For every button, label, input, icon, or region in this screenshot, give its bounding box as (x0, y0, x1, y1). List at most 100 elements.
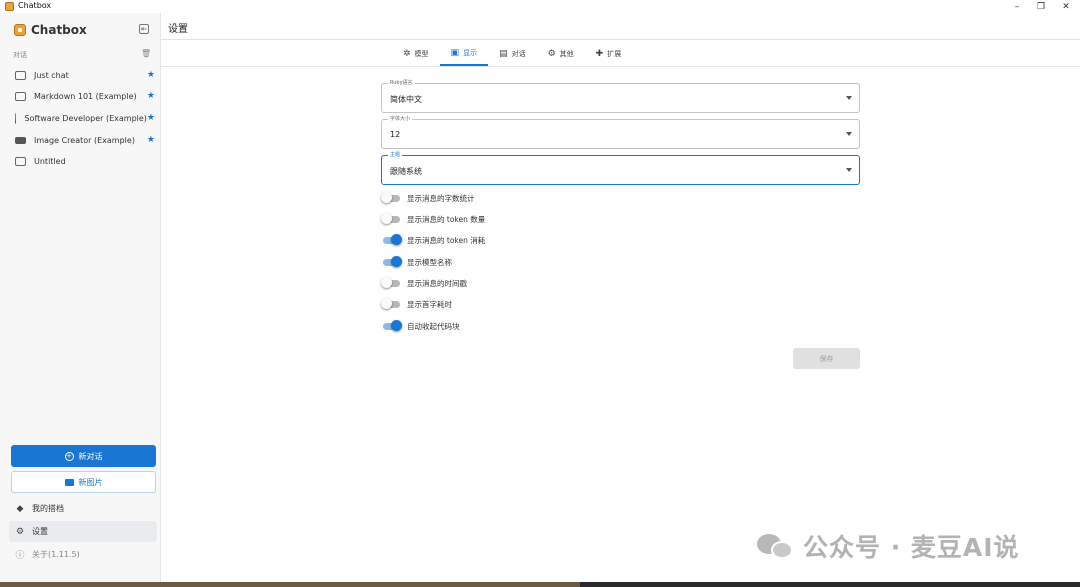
brand: Chatbox (14, 23, 87, 37)
toggle-label: 显示消息的字数统计 (407, 193, 475, 203)
add-circle-icon: + (64, 451, 74, 461)
tab-label: 扩展 (607, 50, 622, 58)
star-icon[interactable]: ★ (147, 91, 155, 101)
watermark-text: 公众号 · 麦豆AI说 (803, 533, 1020, 562)
new-chat-button[interactable]: + 新对话 (11, 445, 156, 467)
session-label: Markdown 101 (Example) (34, 91, 137, 101)
page-title: 设置 (168, 24, 188, 35)
toggle-token-count[interactable]: 显示消息的 token 数量 (381, 212, 485, 226)
minimize-button[interactable]: – (1004, 0, 1030, 13)
session-item[interactable]: Markdown 101 (Example) ★ (9, 86, 159, 106)
toggle-switch[interactable] (381, 213, 402, 225)
sidebar-item-label: 我的搭档 (32, 504, 64, 513)
tab-label: 模型 (414, 50, 429, 58)
star-icon[interactable]: ★ (147, 135, 155, 145)
toggle-label: 显示模型名称 (407, 257, 452, 267)
toggle-switch[interactable] (381, 277, 402, 289)
collapse-sidebar-icon[interactable]: ⇤ (139, 24, 149, 34)
image-icon (64, 478, 74, 486)
toggle-first-token-latency[interactable]: 显示首字耗时 (381, 297, 452, 311)
new-image-button[interactable]: 新图片 (11, 471, 156, 493)
tab-label: 显示 (463, 49, 478, 57)
toggle-label: 显示消息的时间戳 (407, 278, 467, 288)
tab-label: 对话 (511, 50, 526, 58)
session-item[interactable]: Just chat ★ (9, 65, 159, 85)
sidebar-item-about[interactable]: ⓘ 关于(1.11.5) (9, 544, 157, 565)
toggle-collapse-code[interactable]: 自动收起代码块 (381, 319, 460, 333)
header-divider (161, 39, 1080, 40)
copilot-icon: ◆ (16, 503, 24, 514)
wechat-icon (757, 532, 795, 560)
chat-bubble-icon (15, 91, 26, 101)
session-label: Just chat (34, 70, 69, 80)
toggle-switch[interactable] (381, 256, 402, 268)
font-size-select-label: 字体大小 (388, 116, 413, 122)
sidebar-item-label: 设置 (32, 527, 48, 536)
toggle-timestamp[interactable]: 显示消息的时间戳 (381, 276, 467, 290)
tab-chat[interactable]: ▤ 对话 (488, 42, 537, 66)
tab-label: 其他 (559, 50, 574, 58)
language-select[interactable]: Ruby语言 简体中文 (381, 80, 860, 113)
session-item[interactable]: Untitled (9, 151, 159, 171)
maximize-button[interactable]: ❐ (1028, 0, 1054, 13)
toggle-switch[interactable] (381, 234, 402, 246)
sidebar-item-settings[interactable]: ⚙ 设置 (9, 521, 157, 542)
toggle-token-usage[interactable]: 显示消息的 token 消耗 (381, 233, 485, 247)
watermark: 公众号 · 麦豆AI说 (757, 528, 1020, 564)
tab-model[interactable]: ✲ 模型 (392, 42, 440, 66)
app-icon (5, 2, 14, 11)
display-icon: ▣ (450, 48, 460, 58)
developer-avatar-icon (15, 112, 17, 124)
session-label: Software Developer (Example) (24, 113, 147, 123)
toggle-word-count[interactable]: 显示消息的字数统计 (381, 191, 475, 205)
font-size-select[interactable]: 字体大小 12 (381, 116, 860, 149)
save-button[interactable]: 保存 (793, 348, 860, 369)
font-size-select-value: 12 (390, 130, 401, 139)
toggle-switch[interactable] (381, 298, 402, 310)
chat-icon: ▤ (499, 49, 508, 59)
settings-tabs: ✲ 模型 ▣ 显示 ▤ 对话 ⚙ 其他 ✚ 扩展 (392, 42, 632, 66)
sidebar-item-copilots[interactable]: ◆ 我的搭档 (9, 498, 157, 519)
dropdown-arrow-icon (846, 132, 852, 136)
conversations-section-label: 对话 (13, 51, 27, 59)
toggle-label: 显示消息的 token 消耗 (407, 235, 486, 245)
session-item[interactable]: Image Creator (Example) ★ (9, 130, 159, 150)
toggle-label: 显示首字耗时 (407, 299, 452, 309)
star-icon[interactable]: ★ (147, 70, 155, 80)
dropdown-arrow-icon (846, 96, 852, 100)
tab-other[interactable]: ⚙ 其他 (537, 42, 585, 66)
session-item[interactable]: Software Developer (Example) ★ (9, 108, 159, 128)
tab-extension[interactable]: ✚ 扩展 (585, 42, 633, 66)
trash-icon[interactable]: 🗑 (141, 49, 151, 58)
info-icon: ⓘ (15, 551, 25, 561)
chatbox-logo-icon (14, 24, 26, 36)
image-icon (15, 136, 26, 144)
close-button[interactable]: ✕ (1053, 0, 1079, 13)
theme-select-value: 跟随系统 (390, 167, 422, 176)
gear-icon: ⚙ (15, 526, 25, 537)
session-label: Image Creator (Example) (34, 135, 135, 145)
toggle-label: 自动收起代码块 (407, 321, 460, 331)
tab-display[interactable]: ▣ 显示 (439, 42, 489, 66)
toggle-label: 显示消息的 token 数量 (407, 214, 486, 224)
sidebar-item-label: 关于(1.11.5) (32, 550, 80, 559)
chat-bubble-icon (15, 156, 26, 166)
star-icon[interactable]: ★ (147, 113, 155, 123)
dropdown-arrow-icon (846, 168, 852, 172)
window-title: Chatbox (18, 1, 52, 10)
toggle-switch[interactable] (381, 320, 402, 332)
app-window: Chatbox – ❐ ✕ Chatbox ⇤ 对话 🗑 Just chat ★… (0, 0, 1080, 587)
session-label: Untitled (34, 156, 66, 166)
gear-icon: ⚙ (547, 49, 556, 59)
theme-select-label: 主题 (388, 152, 403, 158)
model-icon: ✲ (403, 49, 411, 59)
new-image-label: 新图片 (78, 477, 103, 487)
toggle-switch[interactable] (381, 192, 402, 204)
language-select-label: Ruby语言 (388, 80, 415, 86)
theme-select[interactable]: 主题 跟随系统 (381, 152, 860, 185)
tabs-divider (161, 66, 1080, 67)
brand-name: Chatbox (31, 23, 87, 37)
sidebar: Chatbox ⇤ 对话 🗑 Just chat ★ Markdown 101 … (0, 13, 161, 582)
toggle-model-name[interactable]: 显示模型名称 (381, 255, 452, 269)
puzzle-icon: ✚ (595, 49, 604, 59)
